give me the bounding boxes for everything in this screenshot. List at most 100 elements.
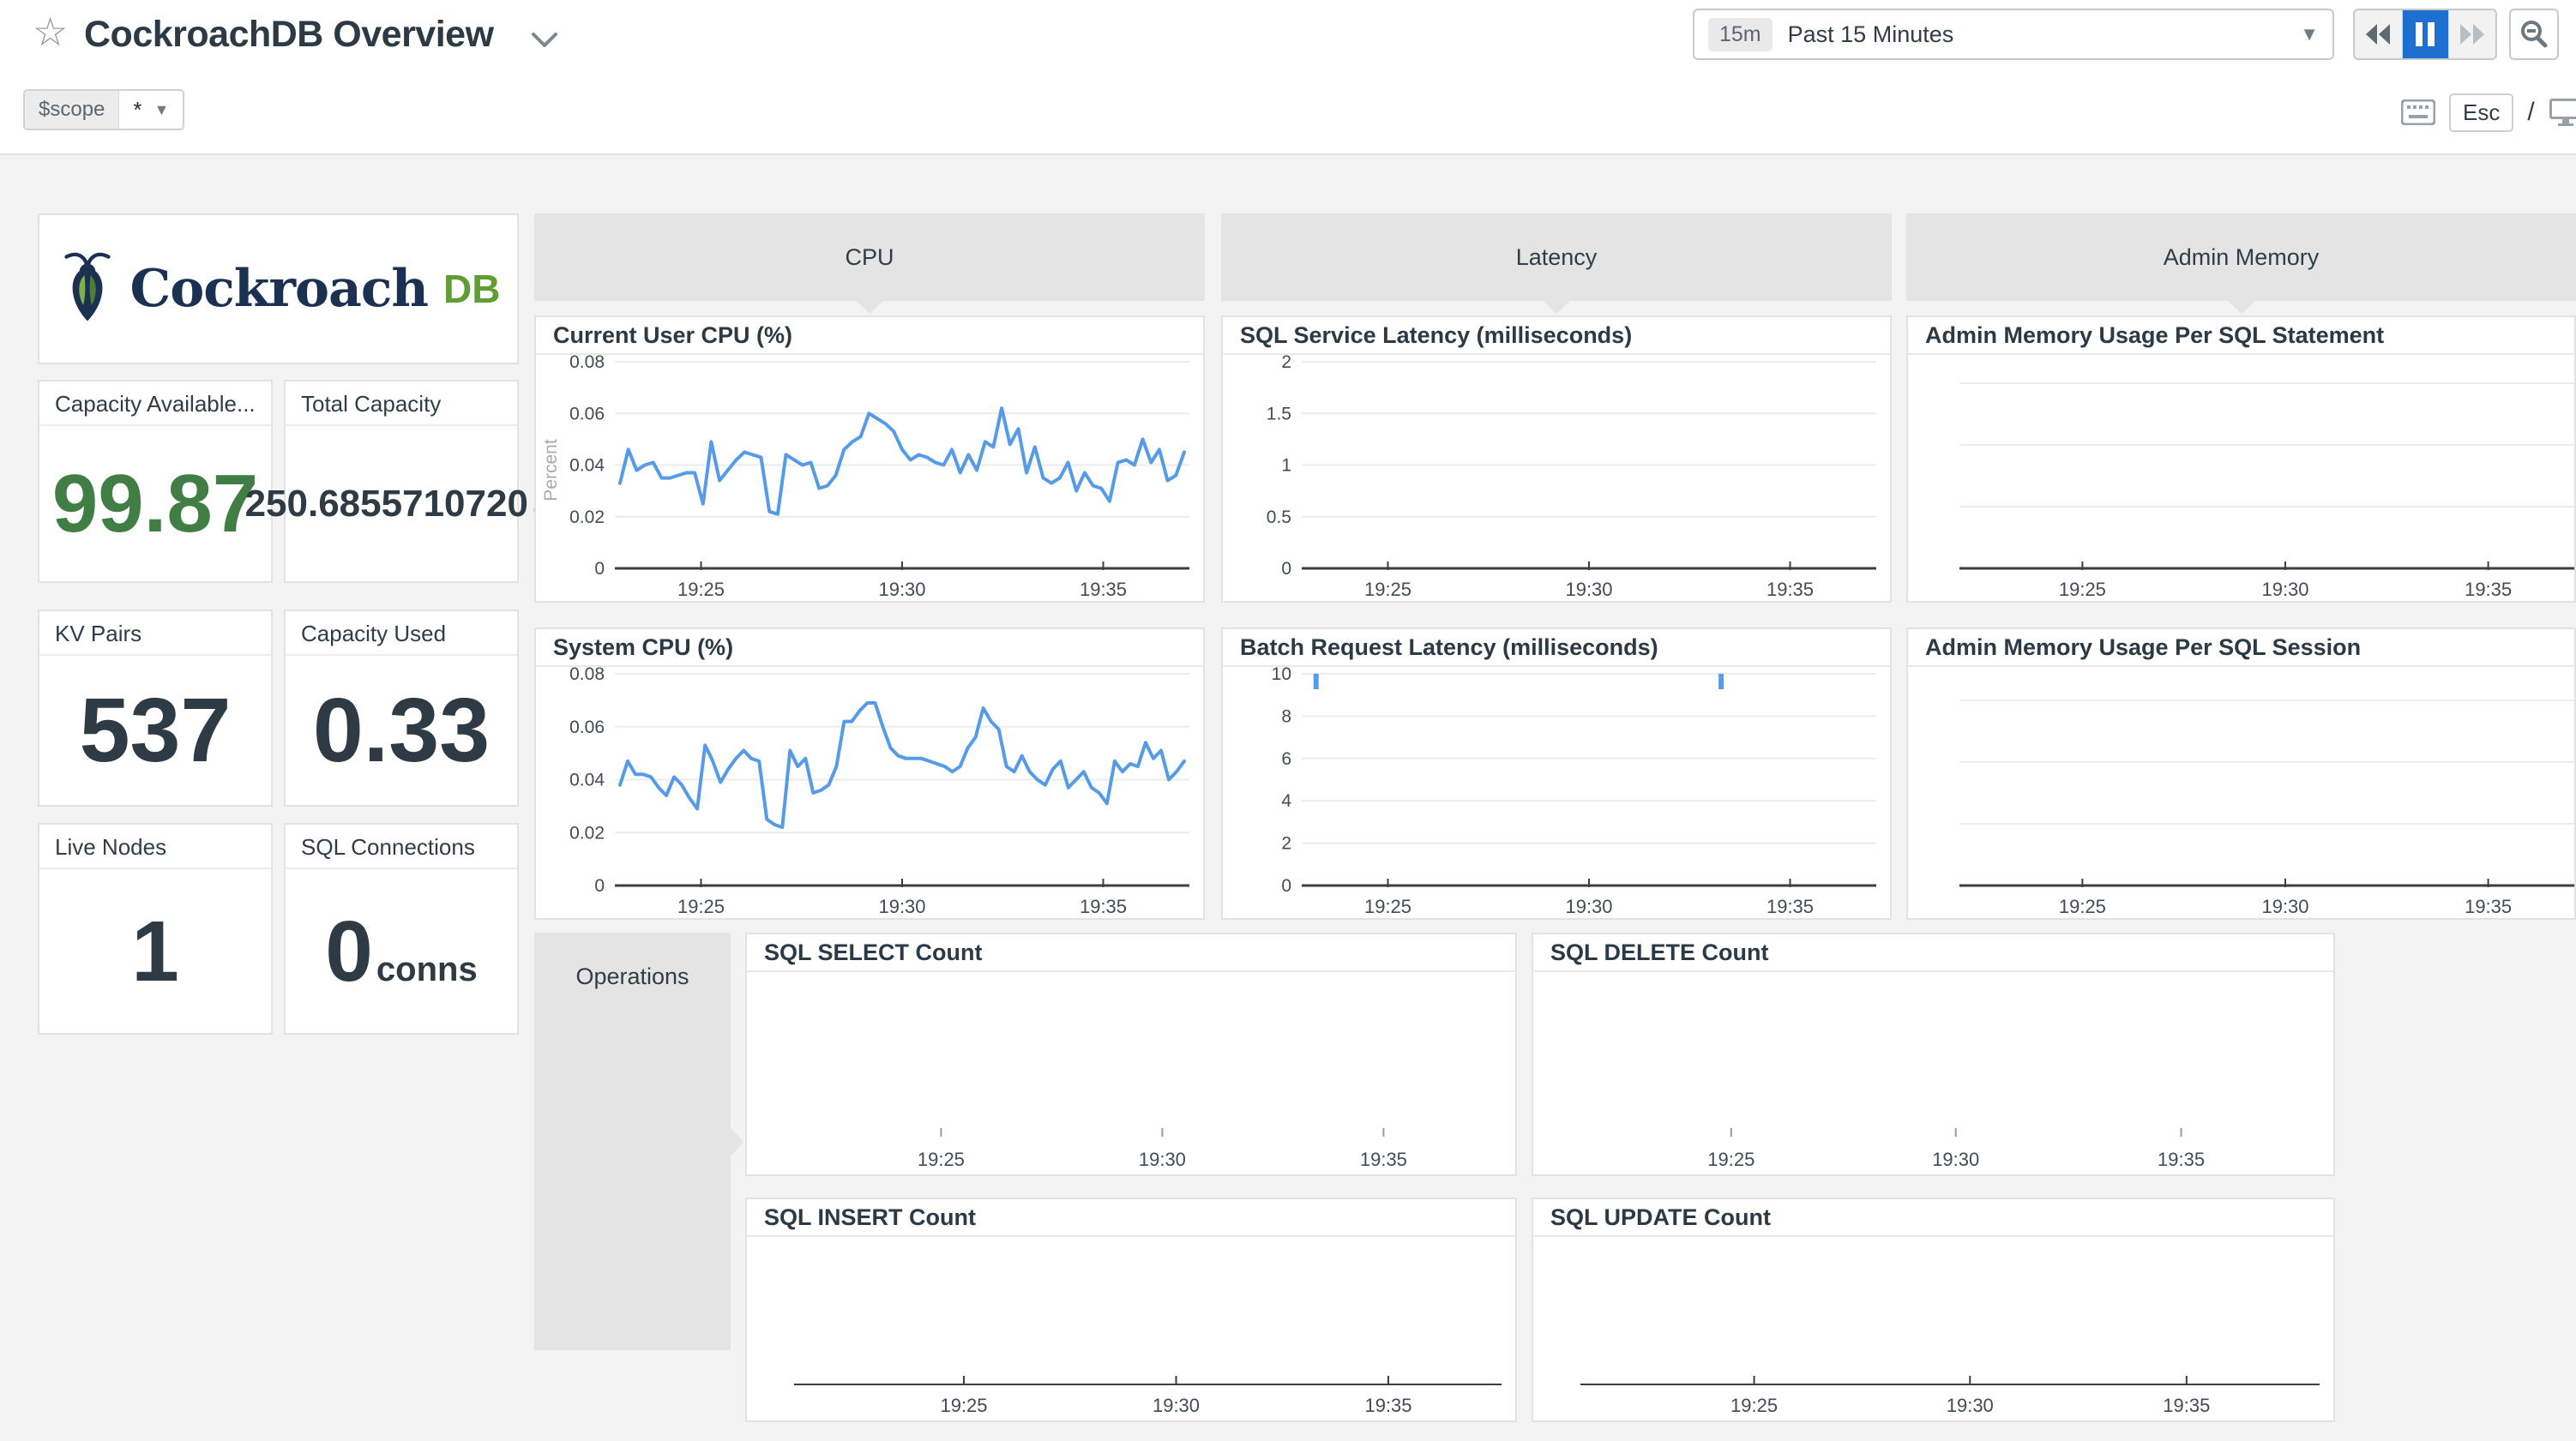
time-range-picker[interactable]: 15m Past 15 Minutes ▼ <box>1693 9 2334 60</box>
group-notch <box>730 1126 743 1157</box>
group-header-cpu[interactable]: CPU <box>534 213 1205 301</box>
stat-card-sql-connections[interactable]: SQL Connections 0conns <box>284 823 519 1035</box>
svg-text:19:25: 19:25 <box>1364 896 1411 917</box>
svg-text:19:30: 19:30 <box>878 896 925 917</box>
stat-value: 250.6855710720 <box>245 483 528 525</box>
svg-text:2: 2 <box>1281 355 1291 372</box>
chart-plot-area[interactable]: 19:2519:3019:35 <box>1533 972 2333 1174</box>
svg-text:4: 4 <box>1281 791 1291 811</box>
svg-text:0.06: 0.06 <box>569 717 605 737</box>
chart-sql_insert_count[interactable]: SQL INSERT Count19:2519:3019:35 <box>745 1198 1517 1422</box>
group-header-operations[interactable]: Operations <box>534 933 731 1350</box>
chart-plot-area[interactable]: 19:2519:3019:35 <box>747 1237 1515 1420</box>
stat-title: SQL Connections <box>286 825 517 869</box>
stat-card-kv-pairs[interactable]: KV Pairs 537 <box>38 609 273 807</box>
chart-title: SQL INSERT Count <box>747 1199 1515 1237</box>
svg-text:10: 10 <box>1272 667 1291 684</box>
stat-unit: conns <box>376 951 478 988</box>
svg-text:0.5: 0.5 <box>1267 507 1291 527</box>
group-label: Operations <box>534 964 731 990</box>
svg-text:19:25: 19:25 <box>1364 579 1411 600</box>
svg-text:19:25: 19:25 <box>2059 579 2106 600</box>
svg-text:1: 1 <box>1281 456 1291 476</box>
fullscreen-monitor-icon[interactable] <box>2549 98 2576 127</box>
line-series <box>620 408 1184 514</box>
svg-text:19:25: 19:25 <box>918 1149 965 1170</box>
pause-button[interactable] <box>2402 10 2449 58</box>
stat-title: Capacity Used <box>286 611 517 656</box>
chart-title: Batch Request Latency (milliseconds) <box>1223 629 1890 667</box>
svg-text:19:30: 19:30 <box>1565 579 1612 600</box>
stat-card-capacity-used[interactable]: Capacity Used 0.33 <box>284 609 519 807</box>
svg-text:1.5: 1.5 <box>1267 404 1291 423</box>
stat-value: 1 <box>131 909 179 994</box>
svg-text:19:35: 19:35 <box>1766 579 1814 600</box>
keyboard-icon <box>2401 99 2435 125</box>
group-label: Admin Memory <box>2164 244 2320 271</box>
chart-plot-area[interactable]: 19:2519:3019:35 <box>747 972 1515 1174</box>
svg-text:19:30: 19:30 <box>2261 896 2308 917</box>
svg-text:19:25: 19:25 <box>940 1395 987 1416</box>
svg-text:19:35: 19:35 <box>1080 896 1127 917</box>
chart-plot-area[interactable]: 19:2519:3019:35 <box>1908 667 2574 918</box>
group-header-admin-memory[interactable]: Admin Memory <box>1906 213 2576 301</box>
stat-card-live-nodes[interactable]: Live Nodes 1 <box>38 823 273 1035</box>
scope-variable-name: $scope <box>25 91 119 129</box>
svg-text:19:25: 19:25 <box>1730 1395 1778 1416</box>
chart-title: SQL DELETE Count <box>1533 934 2333 972</box>
stat-card-capacity-available[interactable]: Capacity Available... 99.87 <box>38 380 273 583</box>
svg-text:19:35: 19:35 <box>1360 1149 1407 1170</box>
svg-text:19:25: 19:25 <box>677 896 725 917</box>
title-chevron-down-icon[interactable] <box>530 31 559 50</box>
chart-plot-area[interactable]: 00.020.040.060.0819:2519:3019:35Percent <box>536 355 1203 601</box>
line-series <box>620 703 1184 827</box>
svg-text:0: 0 <box>1281 876 1291 896</box>
svg-text:19:35: 19:35 <box>1080 579 1127 600</box>
favorite-star-icon[interactable]: ☆ <box>33 12 68 51</box>
chart-batch_request_latency[interactable]: Batch Request Latency (milliseconds)0246… <box>1221 627 1892 920</box>
rewind-button[interactable] <box>2355 10 2402 58</box>
group-header-latency[interactable]: Latency <box>1221 213 1892 301</box>
group-notch <box>1542 300 1571 314</box>
svg-text:19:35: 19:35 <box>2158 1149 2205 1170</box>
time-range-badge: 15m <box>1708 18 1773 51</box>
chart-title: SQL Service Latency (milliseconds) <box>1223 317 1890 355</box>
svg-text:0.04: 0.04 <box>569 456 605 476</box>
chart-sql_delete_count[interactable]: SQL DELETE Count19:2519:3019:35 <box>1532 933 2335 1176</box>
chart-plot-area[interactable]: 00.020.040.060.0819:2519:3019:35 <box>536 667 1203 918</box>
fast-forward-button[interactable] <box>2448 10 2495 58</box>
chart-plot-area[interactable]: 19:2519:3019:35 <box>1533 1237 2333 1420</box>
chart-plot-area[interactable]: 00.511.5219:2519:3019:35 <box>1223 355 1890 601</box>
logo-db-text: DB <box>443 266 500 312</box>
chart-plot-area[interactable]: 19:2519:3019:35 <box>1908 355 2574 601</box>
chart-sql_update_count[interactable]: SQL UPDATE Count19:2519:3019:35 <box>1532 1198 2335 1422</box>
svg-text:19:35: 19:35 <box>2465 579 2512 600</box>
stat-title: Live Nodes <box>39 825 271 869</box>
svg-text:0.02: 0.02 <box>569 823 605 843</box>
top-bar: ☆ CockroachDB Overview 15m Past 15 Minut… <box>0 0 2576 155</box>
stat-value: 0 <box>325 904 373 1000</box>
esc-shortcut-button[interactable]: Esc <box>2449 93 2513 132</box>
chart-sql_service_latency[interactable]: SQL Service Latency (milliseconds)00.511… <box>1221 315 1892 603</box>
chart-admin_mem_session[interactable]: Admin Memory Usage Per SQL Session19:251… <box>1906 627 2576 920</box>
stat-value: 0.33 <box>313 685 490 776</box>
svg-text:0.08: 0.08 <box>569 355 605 372</box>
svg-text:2: 2 <box>1281 834 1291 854</box>
svg-text:19:35: 19:35 <box>1766 896 1814 917</box>
zoom-out-button[interactable] <box>2509 9 2559 60</box>
group-notch <box>855 300 884 314</box>
scope-caret-icon: ▼ <box>154 101 170 119</box>
playback-controls <box>2353 9 2497 60</box>
chart-title: Current User CPU (%) <box>536 317 1203 355</box>
cockroach-bug-icon <box>57 249 118 329</box>
time-range-label: Past 15 Minutes <box>1788 21 2301 48</box>
stat-card-total-capacity[interactable]: Total Capacity 250.6855710720GB <box>284 380 519 583</box>
chart-system_cpu[interactable]: System CPU (%)00.020.040.060.0819:2519:3… <box>534 627 1205 920</box>
scope-template-variable[interactable]: $scope * ▼ <box>23 89 184 130</box>
chart-admin_mem_statement[interactable]: Admin Memory Usage Per SQL Statement19:2… <box>1906 315 2576 603</box>
chart-plot-area[interactable]: 024681019:2519:3019:35 <box>1223 667 1890 918</box>
chart-current_user_cpu[interactable]: Current User CPU (%)00.020.040.060.0819:… <box>534 315 1205 603</box>
slash-separator: / <box>2527 98 2534 127</box>
chart-sql_select_count[interactable]: SQL SELECT Count19:2519:3019:35 <box>745 933 1517 1176</box>
group-label: Latency <box>1516 244 1598 271</box>
